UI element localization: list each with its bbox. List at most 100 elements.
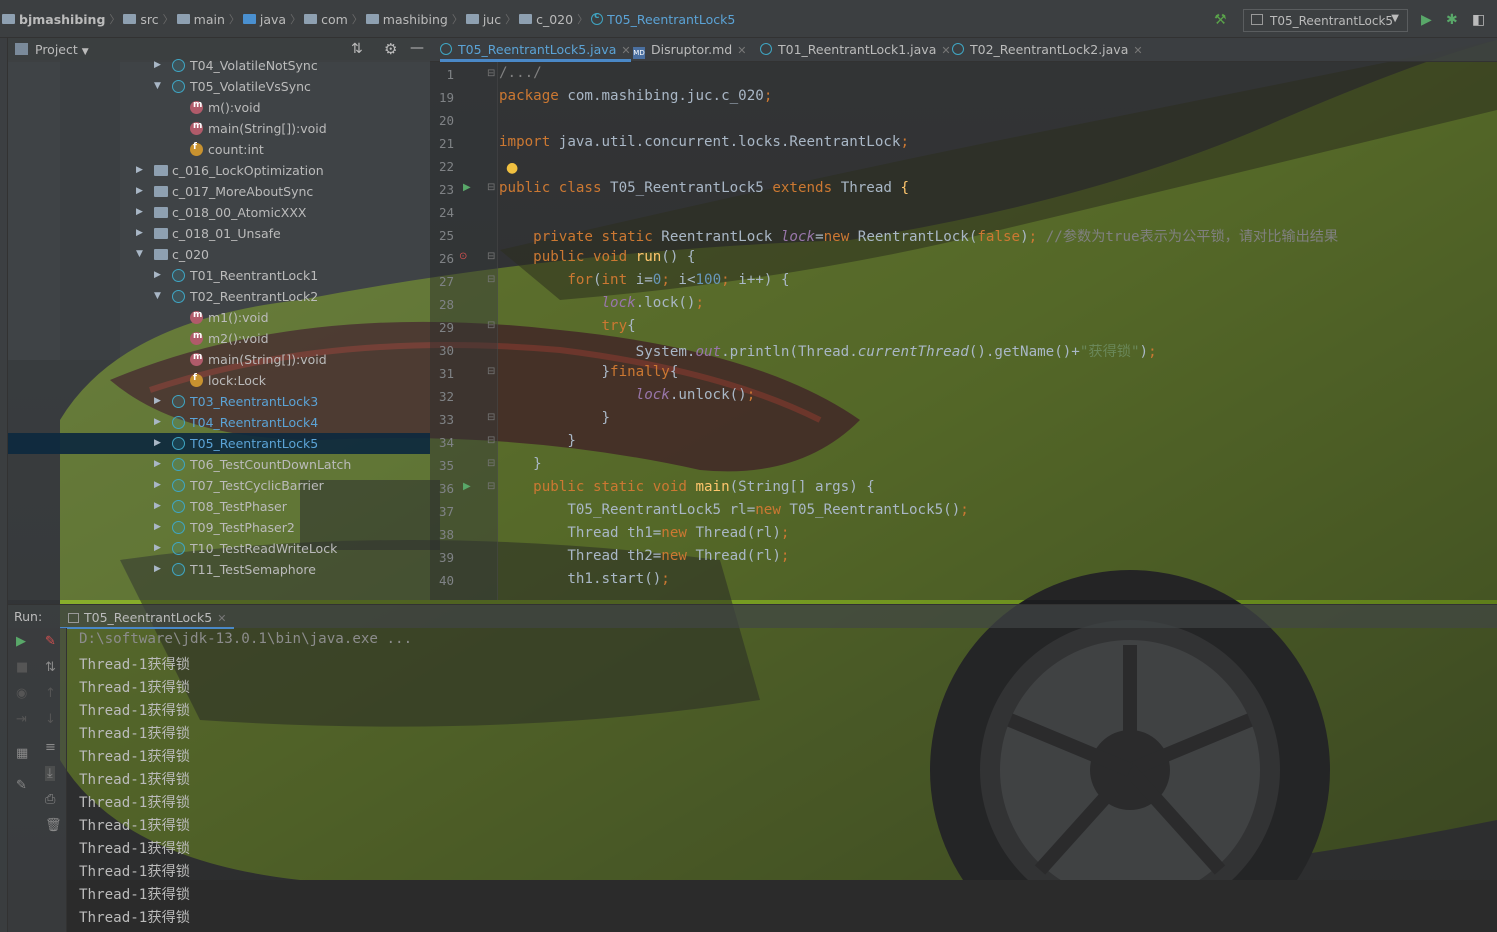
exit-icon[interactable]: ⇥ (16, 712, 27, 727)
up-arrow-icon[interactable]: ↑ (45, 686, 56, 701)
breadcrumb-main[interactable]: main 〉 (176, 11, 243, 27)
run-icon[interactable]: ▶ (1421, 12, 1432, 28)
breadcrumb-java[interactable]: java 〉 (242, 11, 304, 27)
collapsed-arrow-icon[interactable]: ▶ (136, 207, 143, 217)
collapsed-arrow-icon[interactable]: ▶ (154, 438, 161, 448)
pin-icon[interactable]: ✎ (16, 778, 27, 793)
collapsed-arrow-icon[interactable]: ▶ (154, 480, 161, 490)
tree-item[interactable]: ▶ T04_ReentrantLock4 (8, 412, 430, 433)
debug-icon[interactable]: ✱ (1446, 12, 1458, 28)
tab-t01-reentrantlock1[interactable]: T01_ReentrantLock1.java ✕ (760, 38, 951, 62)
camera-icon[interactable]: ◉ (16, 686, 27, 701)
tab-disruptor-md[interactable]: MD Disruptor.md ✕ (633, 38, 746, 62)
close-icon[interactable]: ✕ (217, 612, 226, 625)
fold-icon[interactable]: ⊟ (487, 251, 495, 262)
down-arrow-icon[interactable]: ↓ (45, 712, 56, 727)
breadcrumb-class[interactable]: T05_ReentrantLock5 (591, 11, 735, 27)
tree-item[interactable]: ▶ c_018_00_AtomicXXX (8, 202, 430, 223)
stop-icon[interactable]: ■ (16, 660, 28, 675)
breadcrumb-mashibing[interactable]: mashibing 〉 (365, 11, 466, 27)
tab-t05-reentrantlock5[interactable]: T05_ReentrantLock5.java ✕ (440, 38, 631, 62)
collapsed-arrow-icon[interactable]: ▶ (154, 564, 161, 574)
expanded-arrow-icon[interactable]: ▼ (154, 81, 161, 91)
fold-icon[interactable]: ⊟ (487, 366, 495, 377)
collapsed-arrow-icon[interactable]: ▶ (154, 417, 161, 427)
tree-item[interactable]: ▶ T07_TestCyclicBarrier (8, 475, 430, 496)
tree-item[interactable]: ▼ c_020 (8, 244, 430, 265)
fold-icon[interactable]: ⊟ (487, 68, 495, 79)
method-icon: m (190, 100, 203, 114)
collapsed-arrow-icon[interactable]: ▶ (154, 459, 161, 469)
build-hammer-icon[interactable]: ⚒ (1214, 12, 1227, 28)
tree-item[interactable]: ▼ T05_VolatileVsSync (8, 76, 430, 97)
print-icon[interactable]: ⎙ (45, 792, 55, 807)
tab-t02-reentrantlock2[interactable]: T02_ReentrantLock2.java ✕ (952, 38, 1143, 62)
tree-item[interactable]: ▶ T08_TestPhaser (8, 496, 430, 517)
lightbulb-icon[interactable]: ● (506, 160, 518, 176)
breadcrumb-com[interactable]: com 〉 (304, 11, 366, 27)
tree-item[interactable]: ▶ T03_ReentrantLock3 (8, 391, 430, 412)
fold-icon[interactable]: ⊟ (487, 320, 495, 331)
close-icon[interactable]: ✕ (621, 44, 630, 57)
run-configuration-select[interactable]: T05_ReentrantLock5 ▼ (1243, 9, 1408, 32)
tree-item[interactable]: m main(String[]):void (8, 349, 430, 370)
close-icon[interactable]: ✕ (941, 44, 950, 57)
tree-item[interactable]: m m1():void (8, 307, 430, 328)
fold-icon[interactable]: ⊟ (487, 435, 495, 446)
tree-item[interactable]: f count:int (8, 139, 430, 160)
tree-item[interactable]: ▶ T09_TestPhaser2 (8, 517, 430, 538)
run-class-icon[interactable]: ▶ (463, 182, 471, 193)
tree-item[interactable]: ▶ c_018_01_Unsafe (8, 223, 430, 244)
close-icon[interactable]: ✕ (1133, 44, 1142, 57)
tree-item[interactable]: ▶ c_016_LockOptimization (8, 160, 430, 181)
tree-item[interactable]: m main(String[]):void (8, 118, 430, 139)
tree-item[interactable]: f lock:Lock (8, 370, 430, 391)
console-output[interactable] (67, 628, 1497, 932)
fold-icon[interactable]: ⊟ (487, 458, 495, 469)
tree-item[interactable]: ▶ T05_ReentrantLock5 (8, 433, 430, 454)
collapsed-arrow-icon[interactable]: ▶ (136, 228, 143, 238)
breadcrumb-c020[interactable]: c_020 〉 (519, 11, 591, 27)
tree-item[interactable]: m m():void (8, 97, 430, 118)
expanded-arrow-icon[interactable]: ▼ (136, 249, 143, 259)
layout-icon[interactable]: ▦ (16, 746, 28, 761)
collapsed-arrow-icon[interactable]: ▶ (136, 186, 143, 196)
code-line: private static ReentrantLock lock=new Re… (499, 229, 1339, 245)
scroll-to-end-icon[interactable]: ⤓ (45, 766, 55, 781)
collapsed-arrow-icon[interactable]: ▶ (154, 501, 161, 511)
fold-icon[interactable]: ⊟ (487, 412, 495, 423)
tree-item[interactable]: ▶ c_017_MoreAboutSync (8, 181, 430, 202)
tree-item[interactable]: ▶ T11_TestSemaphore (8, 559, 430, 580)
override-marker-icon[interactable]: ⊙ (459, 251, 467, 262)
close-icon[interactable]: ✕ (737, 44, 746, 57)
coverage-icon[interactable]: ◧ (1472, 12, 1485, 28)
collapsed-arrow-icon[interactable]: ▶ (154, 270, 161, 280)
sort-icon[interactable]: ⇅ (45, 660, 56, 675)
line-number: 26 (438, 251, 454, 266)
fold-icon[interactable]: ⊟ (487, 274, 495, 285)
tree-item[interactable]: ▼ T02_ReentrantLock2 (8, 286, 430, 307)
tree-item[interactable]: ▶ T10_TestReadWriteLock (8, 538, 430, 559)
soft-wrap-icon[interactable]: ≡ (45, 740, 56, 755)
hide-panel-icon[interactable]: — (410, 40, 424, 56)
breadcrumb-project[interactable]: bjmashibing 〉 (2, 11, 123, 27)
collapsed-arrow-icon[interactable]: ▶ (154, 543, 161, 553)
fold-icon[interactable]: ⊟ (487, 182, 495, 193)
collapsed-arrow-icon[interactable]: ▶ (154, 522, 161, 532)
expanded-arrow-icon[interactable]: ▼ (154, 291, 161, 301)
run-tab[interactable]: T05_ReentrantLock5 ✕ (60, 606, 235, 629)
tree-item[interactable]: ▶ T04_VolatileNotSync (8, 55, 430, 76)
tree-item[interactable]: ▶ T06_TestCountDownLatch (8, 454, 430, 475)
collapsed-arrow-icon[interactable]: ▶ (154, 396, 161, 406)
collapsed-arrow-icon[interactable]: ▶ (136, 165, 143, 175)
tree-item[interactable]: m m2():void (8, 328, 430, 349)
breadcrumb-juc[interactable]: juc 〉 (465, 11, 519, 27)
breadcrumb-src[interactable]: src 〉 (123, 11, 176, 27)
rerun-icon[interactable]: ▶ (16, 634, 26, 649)
run-main-icon[interactable]: ▶ (463, 481, 471, 492)
tree-item[interactable]: ▶ T01_ReentrantLock1 (8, 265, 430, 286)
trash-icon[interactable]: 🗑 (45, 818, 62, 833)
edit-config-icon[interactable]: ✎ (45, 634, 56, 649)
fold-icon[interactable]: ⊟ (487, 481, 495, 492)
collapsed-arrow-icon[interactable]: ▶ (154, 60, 161, 70)
